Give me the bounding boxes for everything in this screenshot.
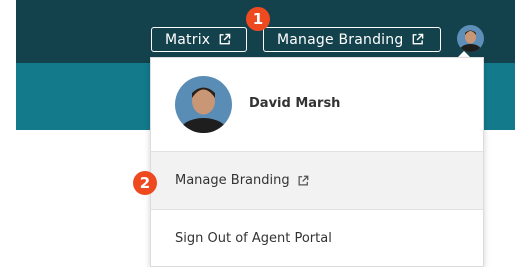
external-link-icon xyxy=(298,175,308,185)
menu-item-sign-out[interactable]: Sign Out of Agent Portal xyxy=(151,210,483,267)
manage-branding-button[interactable]: Manage Branding xyxy=(263,27,441,52)
avatar-icon xyxy=(457,25,484,52)
profile-avatar xyxy=(175,76,232,133)
step-badge-2: 2 xyxy=(133,171,157,195)
step-badge-1: 1 xyxy=(246,7,270,31)
menu-item-label: Sign Out of Agent Portal xyxy=(175,231,332,246)
user-avatar-button[interactable] xyxy=(457,25,484,52)
manage-branding-label: Manage Branding xyxy=(277,31,404,48)
menu-item-manage-branding[interactable]: Manage Branding xyxy=(151,152,483,209)
menu-item-label: Manage Branding xyxy=(175,173,290,188)
profile-section: David Marsh xyxy=(151,58,483,151)
external-link-icon xyxy=(413,33,424,45)
user-dropdown-menu: David Marsh Manage Branding Sign Out of … xyxy=(150,57,484,267)
matrix-label: Matrix xyxy=(165,31,211,48)
avatar-icon xyxy=(175,76,232,133)
external-link-icon xyxy=(219,33,231,45)
matrix-button[interactable]: Matrix xyxy=(151,27,247,52)
user-name: David Marsh xyxy=(249,96,341,111)
